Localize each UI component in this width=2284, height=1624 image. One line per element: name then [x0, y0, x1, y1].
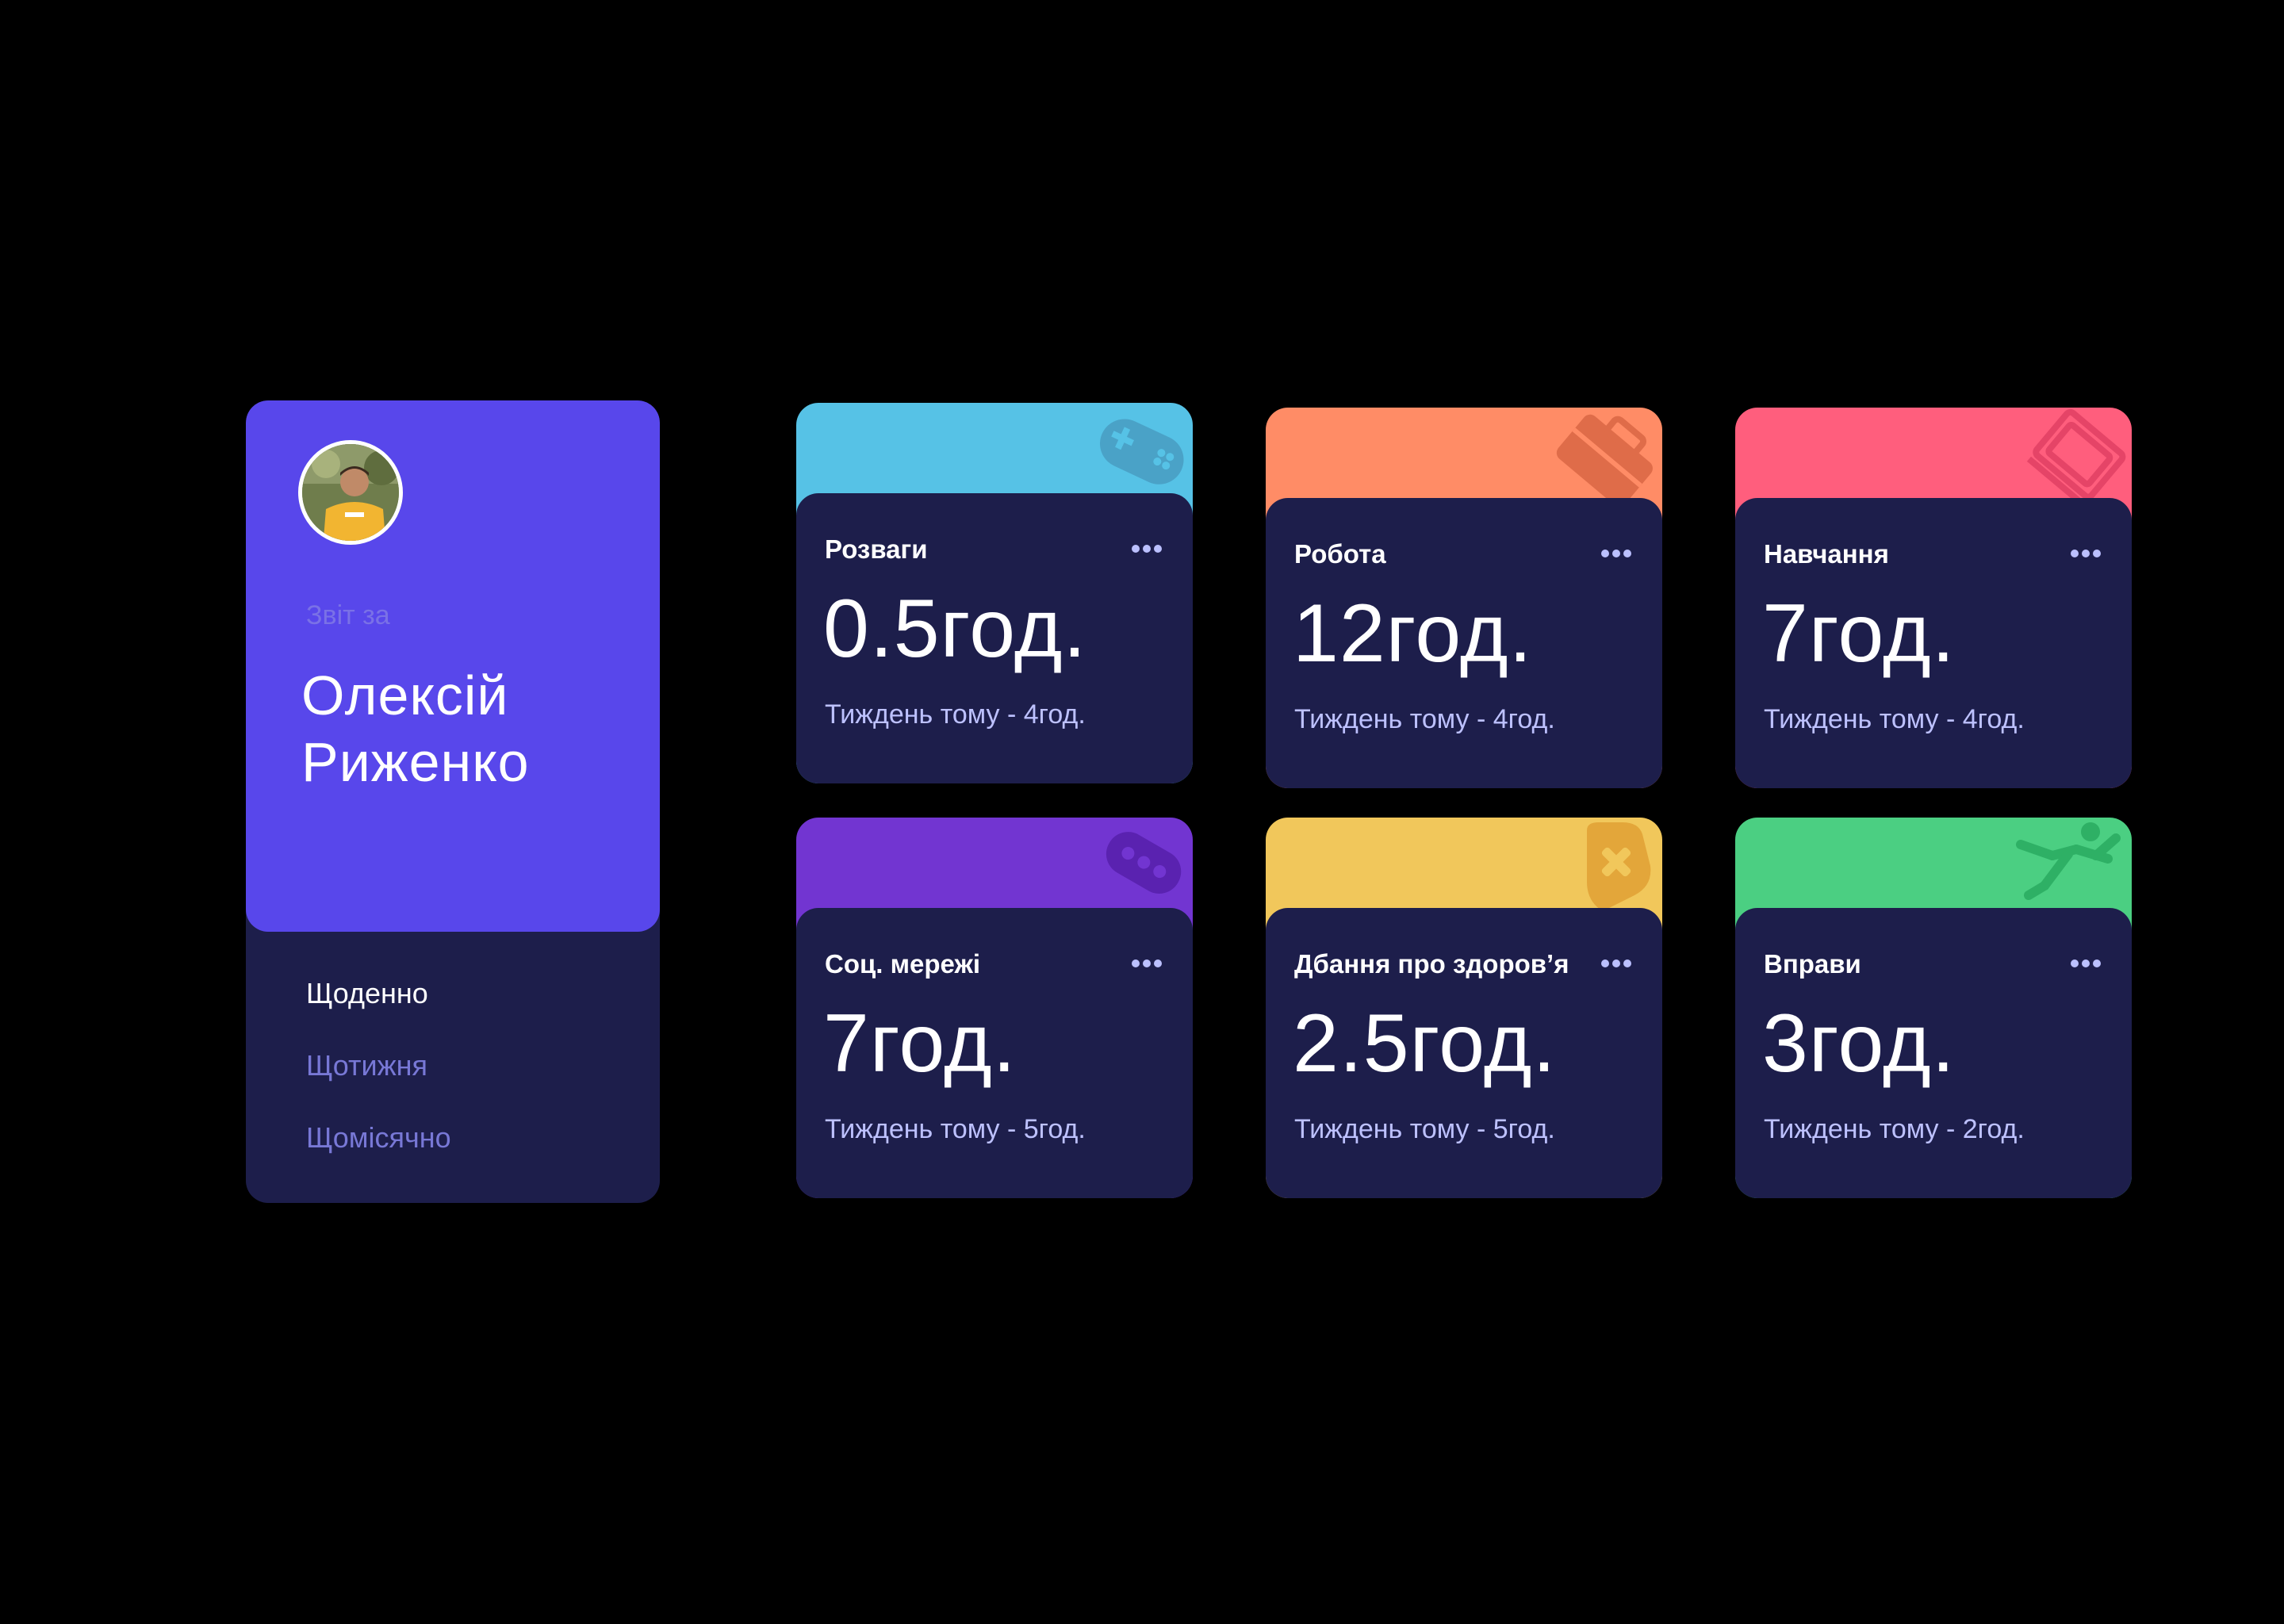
more-options-icon[interactable]: [2070, 956, 2102, 971]
activity-title: Навчання: [1764, 539, 1889, 569]
activity-card-exercise[interactable]: Вправи 3год. Тиждень тому - 2год.: [1735, 818, 2132, 1198]
profile-name: Олексій Риженко: [301, 665, 530, 793]
activity-hours: 3год.: [1762, 998, 1956, 1090]
period-monthly[interactable]: Щомісячно: [306, 1116, 451, 1188]
more-options-icon[interactable]: [1131, 956, 1163, 971]
more-options-icon[interactable]: [1600, 546, 1632, 561]
activity-hours: 2.5год.: [1293, 998, 1557, 1090]
avatar: [298, 440, 403, 545]
activity-card-body: Робота 12год. Тиждень тому - 4год.: [1266, 498, 1662, 788]
activity-hours: 7год.: [1762, 588, 1956, 680]
activity-title: Вправи: [1764, 949, 1861, 979]
report-label: Звіт за: [306, 600, 390, 630]
activity-hours: 12год.: [1293, 588, 1533, 680]
activity-title: Розваги: [825, 534, 928, 564]
activity-title: Дбання про здоров’я: [1294, 949, 1569, 979]
activity-card-body: Соц. мережі 7год. Тиждень тому - 5год.: [796, 908, 1193, 1198]
period-weekly[interactable]: Щотижня: [306, 1044, 451, 1116]
activity-card-body: Вправи 3год. Тиждень тому - 2год.: [1735, 908, 2132, 1198]
dashboard: Звіт за Олексій Риженко Щоденно Щотижня …: [0, 0, 2284, 1624]
more-options-icon[interactable]: [2070, 546, 2102, 561]
activity-card-body: Розваги 0.5год. Тиждень тому - 4год.: [796, 493, 1193, 783]
activity-previous: Тиждень тому - 4год.: [1294, 704, 1555, 734]
activity-previous: Тиждень тому - 2год.: [1764, 1114, 2025, 1144]
activity-previous: Тиждень тому - 5год.: [825, 1114, 1086, 1144]
activity-card-social[interactable]: Соц. мережі 7год. Тиждень тому - 5год.: [796, 818, 1193, 1198]
activity-card-work[interactable]: Робота 12год. Тиждень тому - 4год.: [1266, 408, 1662, 788]
activity-card-study[interactable]: Навчання 7год. Тиждень тому - 4год.: [1735, 408, 2132, 788]
activity-card-body: Навчання 7год. Тиждень тому - 4год.: [1735, 498, 2132, 788]
avatar-photo: [302, 444, 399, 541]
period-daily[interactable]: Щоденно: [306, 971, 451, 1044]
activity-card-self-care[interactable]: Дбання про здоров’я 2.5год. Тиждень тому…: [1266, 818, 1662, 1198]
period-selector: Щоденно Щотижня Щомісячно: [306, 971, 451, 1188]
activity-previous: Тиждень тому - 4год.: [1764, 704, 2025, 734]
activity-card-entertainment[interactable]: Розваги 0.5год. Тиждень тому - 4год.: [796, 403, 1193, 783]
activity-title: Соц. мережі: [825, 949, 981, 979]
activity-previous: Тиждень тому - 4год.: [825, 699, 1086, 730]
activity-hours: 0.5год.: [823, 583, 1087, 675]
profile-card: Звіт за Олексій Риженко Щоденно Щотижня …: [246, 400, 660, 1203]
activity-previous: Тиждень тому - 5год.: [1294, 1114, 1555, 1144]
more-options-icon[interactable]: [1600, 956, 1632, 971]
more-options-icon[interactable]: [1131, 541, 1163, 557]
activity-card-body: Дбання про здоров’я 2.5год. Тиждень тому…: [1266, 908, 1662, 1198]
activity-hours: 7год.: [823, 998, 1017, 1090]
activity-title: Робота: [1294, 539, 1386, 569]
profile-header: Звіт за Олексій Риженко: [246, 400, 660, 932]
